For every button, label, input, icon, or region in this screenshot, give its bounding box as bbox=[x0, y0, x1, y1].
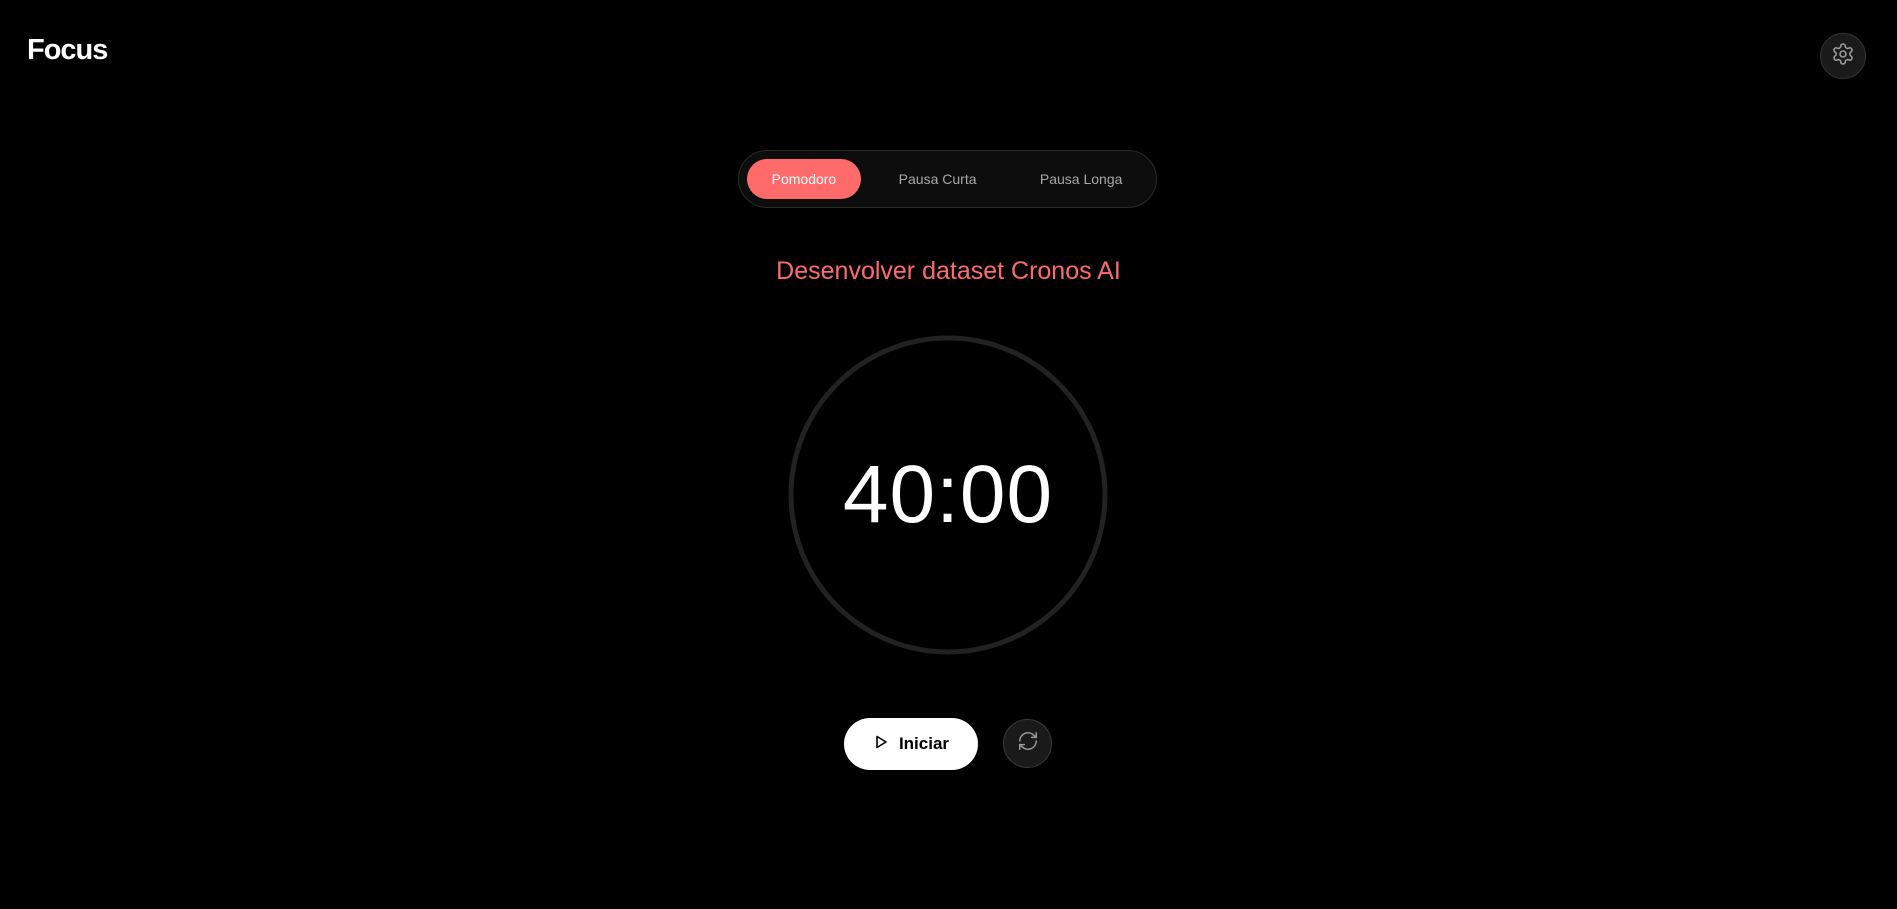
timer-display: 40:00 bbox=[842, 449, 1054, 540]
task-title: Desenvolver dataset Cronos AI bbox=[776, 257, 1121, 285]
mode-tabs: Pomodoro Pausa Curta Pausa Longa bbox=[738, 150, 1157, 208]
focus-app: Focus Pomodoro Pausa Curta Pausa Longa D… bbox=[0, 0, 1897, 909]
reset-button[interactable] bbox=[1003, 719, 1052, 768]
gear-icon bbox=[1831, 42, 1855, 71]
refresh-icon bbox=[1017, 730, 1039, 757]
start-button[interactable]: Iniciar bbox=[844, 718, 978, 770]
tab-pausa-curta[interactable]: Pausa Curta bbox=[861, 159, 1014, 199]
settings-button[interactable] bbox=[1820, 33, 1866, 79]
app-logo: Focus bbox=[27, 34, 108, 66]
play-icon bbox=[873, 734, 889, 755]
tab-pomodoro[interactable]: Pomodoro bbox=[747, 159, 861, 199]
start-button-label: Iniciar bbox=[898, 734, 950, 753]
tab-pausa-longa[interactable]: Pausa Longa bbox=[1014, 159, 1148, 199]
